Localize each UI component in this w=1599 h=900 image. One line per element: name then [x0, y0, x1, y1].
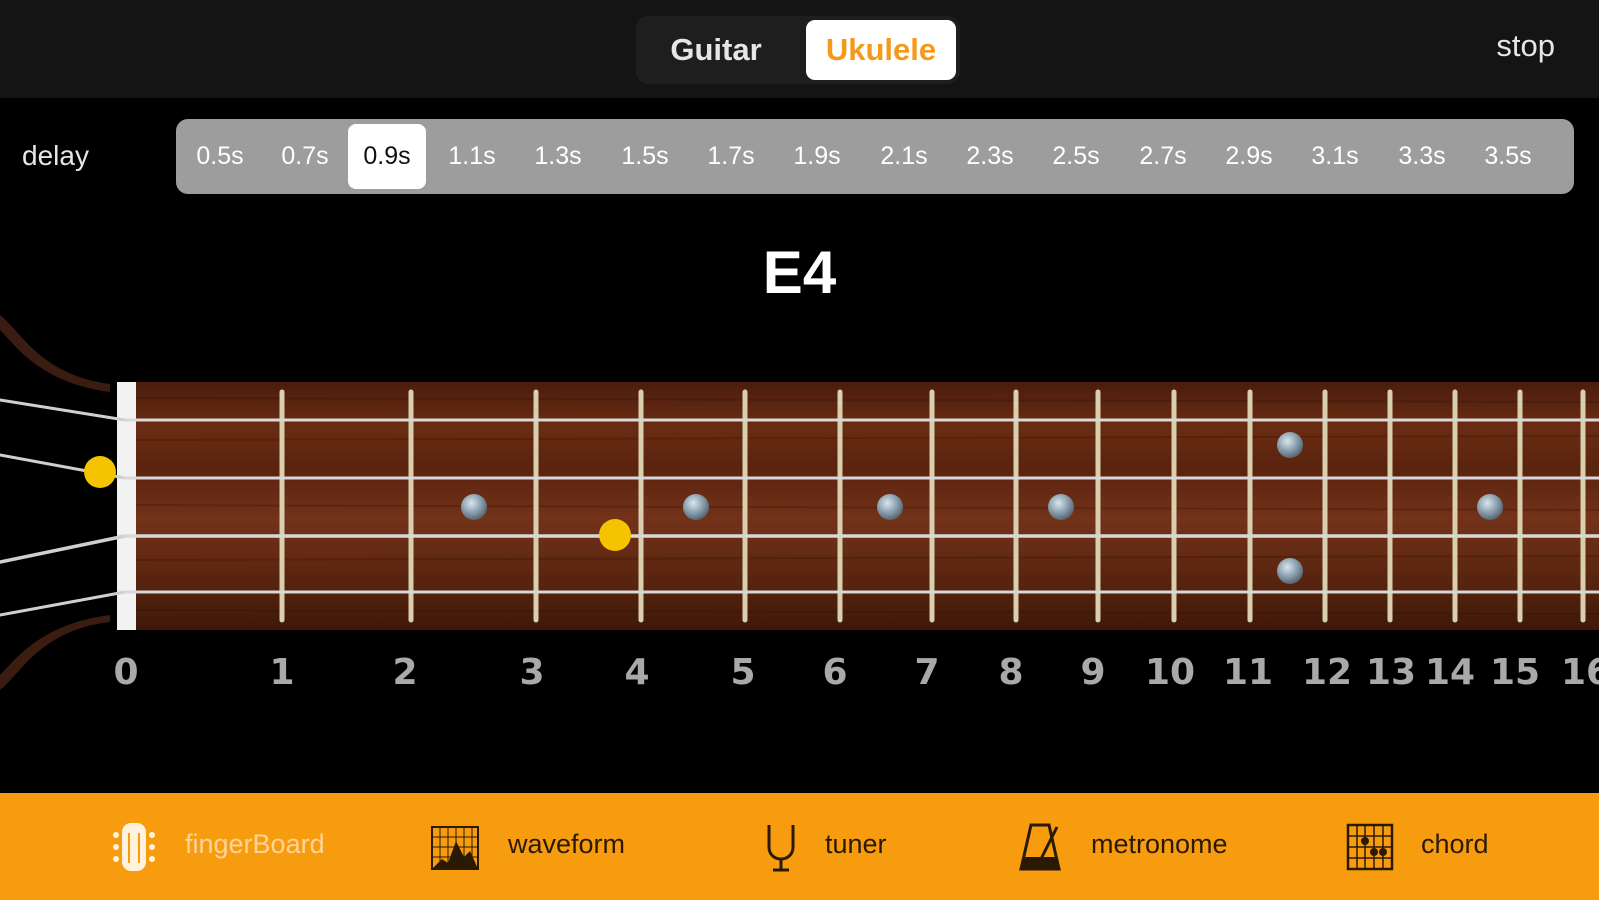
delay-option[interactable]: 2.3s [951, 124, 1029, 189]
metronome-icon [1019, 823, 1061, 871]
fret-number: 7 [914, 652, 939, 693]
fret-number: 13 [1366, 652, 1416, 693]
inlay-marker [461, 494, 487, 520]
bottom-tab-bar: fingerBoard waveform tuner metronome cho… [0, 793, 1599, 900]
delay-option[interactable]: 0.5s [181, 124, 259, 189]
fret-number: 6 [822, 652, 847, 693]
fret-number: 2 [392, 652, 417, 693]
delay-selector: 0.5s 0.7s 0.9s 1.1s 1.3s 1.5s 1.7s 1.9s … [176, 119, 1574, 194]
delay-option[interactable]: 3.5s [1469, 124, 1547, 189]
fret-number: 3 [519, 652, 544, 693]
top-bar: Guitar Ukulele stop [0, 0, 1599, 98]
tab-label: metronome [1091, 829, 1228, 859]
chord-grid-icon [1346, 823, 1394, 871]
delay-option[interactable]: 1.5s [606, 124, 684, 189]
highlight-dot-string2-fret0 [84, 456, 116, 488]
tuning-fork-icon [767, 825, 795, 872]
fret-number: 10 [1145, 652, 1195, 693]
fretboard[interactable]: 0 1 2 3 4 5 6 7 8 9 10 11 12 13 14 15 16 [0, 300, 1599, 720]
stop-button[interactable]: stop [1496, 28, 1555, 64]
fret-number: 9 [1080, 652, 1105, 693]
fret-number: 12 [1302, 652, 1352, 693]
delay-option[interactable]: 2.9s [1210, 124, 1288, 189]
inlay-marker [1048, 494, 1074, 520]
delay-option-selected[interactable]: 0.9s [348, 124, 426, 189]
delay-option[interactable]: 2.7s [1124, 124, 1202, 189]
headstock [0, 315, 110, 690]
delay-option[interactable]: 1.1s [433, 124, 511, 189]
inlay-marker [1277, 558, 1303, 584]
delay-option[interactable]: 2.5s [1037, 124, 1115, 189]
delay-option[interactable]: 1.3s [519, 124, 597, 189]
current-note: E4 [762, 239, 837, 306]
tab-fingerboard[interactable]: fingerBoard [100, 793, 360, 900]
inlay-marker [877, 494, 903, 520]
inlay-marker [1277, 432, 1303, 458]
fret-number: 15 [1490, 652, 1540, 693]
tab-label: waveform [508, 829, 626, 859]
highlight-dot-string3-fret4 [599, 519, 631, 551]
delay-label: delay [22, 140, 89, 171]
fret-number: 0 [113, 652, 138, 693]
fret-number: 8 [998, 652, 1023, 693]
inlay-marker [1477, 494, 1503, 520]
tab-chord[interactable]: chord [1345, 793, 1525, 900]
instrument-selector: Guitar Ukulele [636, 16, 960, 84]
delay-option[interactable]: 3.1s [1296, 124, 1374, 189]
fingerboard-icon [113, 823, 155, 871]
fret-numbers: 0 1 2 3 4 5 6 7 8 9 10 11 12 13 14 15 16 [113, 652, 1599, 693]
delay-option[interactable]: 3.3s [1383, 124, 1461, 189]
tab-waveform[interactable]: waveform [430, 793, 660, 900]
fret-number: 1 [269, 652, 294, 693]
waveform-icon [431, 826, 479, 870]
fret-number: 11 [1223, 652, 1273, 693]
delay-option[interactable]: 2.1s [865, 124, 943, 189]
tab-label: fingerBoard [185, 829, 325, 859]
tab-tuner[interactable]: tuner [755, 793, 915, 900]
tab-label: chord [1421, 829, 1489, 859]
fret-number: 5 [730, 652, 755, 693]
guitar-segment[interactable]: Guitar [640, 20, 792, 80]
fret-number: 16 [1561, 652, 1599, 693]
fret-number: 14 [1425, 652, 1475, 693]
delay-option[interactable]: 1.9s [778, 124, 856, 189]
tab-metronome[interactable]: metronome [1015, 793, 1245, 900]
inlay-marker [683, 494, 709, 520]
tab-label: tuner [825, 829, 887, 859]
ukulele-segment[interactable]: Ukulele [806, 20, 956, 80]
fret-number: 4 [624, 652, 649, 693]
delay-option[interactable]: 1.7s [692, 124, 770, 189]
delay-option[interactable]: 0.7s [266, 124, 344, 189]
